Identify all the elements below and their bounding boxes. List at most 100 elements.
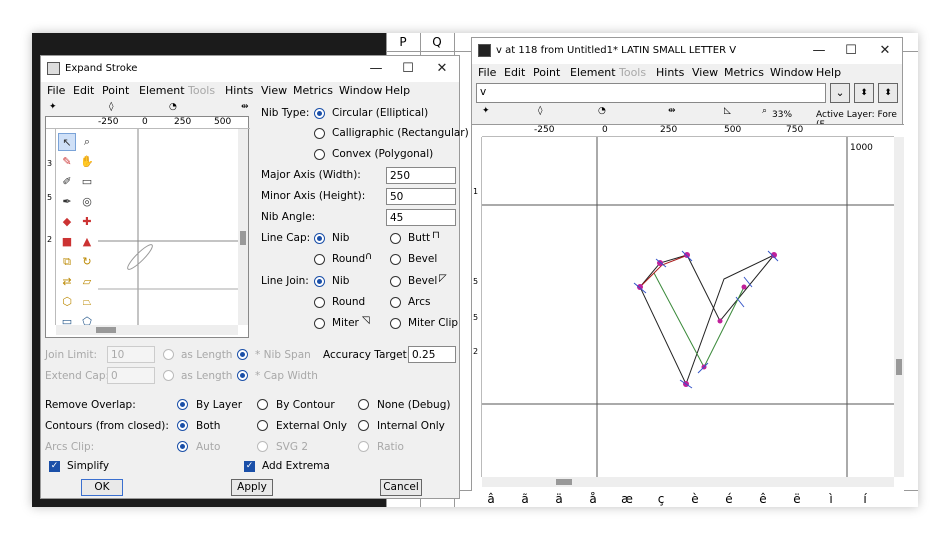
hand-tool-icon[interactable]: ✋ [78,153,96,171]
cap-butt-label[interactable]: Butt [408,232,430,244]
join-arcs-radio[interactable] [390,297,401,308]
join-miterclip-radio[interactable] [390,318,401,329]
menu-view[interactable]: View [261,84,287,97]
menu-hints[interactable]: Hints [656,66,684,79]
prev-glyph-button[interactable]: ⬍ [854,83,874,103]
arcs-ratio-label[interactable]: Ratio [377,441,404,453]
minimize-icon[interactable]: — [804,41,834,61]
scale-tool-icon[interactable]: ⧉ [58,253,76,271]
menu-tools[interactable]: Tools [619,66,646,79]
overlap-contour-radio[interactable] [257,399,268,410]
menu-file[interactable]: File [47,84,65,97]
glyph-cell[interactable]: â [474,492,508,506]
glyph-cell[interactable]: é [712,492,746,506]
cap-bevel-radio[interactable] [390,254,401,265]
join-limit-span-label[interactable]: * Nib Span [255,349,311,361]
glyph-canvas[interactable]: -250 0 250 500 750 1 5 5 2 1000 [472,124,904,492]
nib-calligraphic-radio[interactable] [314,128,325,139]
maximize-icon[interactable]: ☐ [836,41,866,61]
nib-calligraphic-label[interactable]: Calligraphic (Rectangular) [332,127,469,139]
menu-edit[interactable]: Edit [73,84,94,97]
3d-rotate-tool-icon[interactable]: ⬡ [58,293,76,311]
menu-help[interactable]: Help [816,66,841,79]
cap-nib-label[interactable]: Nib [332,232,349,244]
cap-round-radio[interactable] [314,254,325,265]
extend-cap-input[interactable]: 0 [107,367,155,384]
minimize-icon[interactable]: — [361,59,391,79]
glyph-cell[interactable]: Q [420,35,454,49]
nib-convex-radio[interactable] [314,149,325,160]
flip-tool-icon[interactable]: ⇄ [58,273,76,291]
menu-help[interactable]: Help [385,84,410,97]
join-nib-radio[interactable] [314,276,325,287]
glyph-cell[interactable]: P [386,35,420,49]
preview-canvas[interactable]: -250 0 250 500 3 5 2 ↖ ⌕ ✎ ✋ ✐ ▭ ✒ ◎ ◆ ✚… [45,116,250,338]
skew-tool-icon[interactable]: ▱ [78,273,96,291]
editor-hscroll[interactable] [482,477,894,487]
join-nib-label[interactable]: Nib [332,275,349,287]
arcs-auto-radio[interactable] [177,441,188,452]
perspective-tool-icon[interactable]: ⏢ [78,293,96,311]
simplify-label[interactable]: Simplify [67,460,109,472]
glyph-cell[interactable]: æ [610,492,644,506]
hvcurve-point-icon[interactable]: ✚ [78,213,96,231]
contours-external-radio[interactable] [257,420,268,431]
cap-nib-radio[interactable] [314,233,325,244]
menu-point[interactable]: Point [102,84,129,97]
join-limit-length-label[interactable]: as Length [181,349,232,361]
rotate-tool-icon[interactable]: ↻ [78,253,96,271]
cap-butt-radio[interactable] [390,233,401,244]
glyph-cell[interactable]: è [678,492,712,506]
join-miterclip-label[interactable]: Miter Clip [408,317,458,329]
extend-cap-length-radio[interactable] [163,370,174,381]
add-extrema-label[interactable]: Add Extrema [262,460,330,472]
accuracy-input[interactable]: 0.25 [408,346,456,363]
nib-circular-radio[interactable] [314,108,325,119]
overlap-contour-label[interactable]: By Contour [276,399,335,411]
close-icon[interactable]: ✕ [427,59,457,79]
overlap-none-radio[interactable] [358,399,369,410]
glyph-input[interactable]: v [476,83,826,103]
glyph-cell[interactable]: å [576,492,610,506]
menu-file[interactable]: File [478,66,496,79]
menu-hints[interactable]: Hints [225,84,253,97]
knife-tool-icon[interactable]: ✐ [58,173,76,191]
arcs-ratio-radio[interactable] [358,441,369,452]
glyph-cell[interactable]: ê [746,492,780,506]
pencil-tool-icon[interactable]: ✎ [58,153,76,171]
menu-window[interactable]: Window [339,84,382,97]
glyph-cell[interactable]: ä [542,492,576,506]
magnify-tool-icon[interactable]: ⌕ [78,133,96,151]
corner-point-icon[interactable]: ■ [58,233,76,251]
menu-edit[interactable]: Edit [504,66,525,79]
arcs-svg2-label[interactable]: SVG 2 [276,441,308,453]
menu-window[interactable]: Window [770,66,813,79]
join-bevel-radio[interactable] [390,276,401,287]
overlap-none-label[interactable]: None (Debug) [377,399,450,411]
join-miter-label[interactable]: Miter [332,317,359,329]
join-limit-length-radio[interactable] [163,349,174,360]
apply-button[interactable]: Apply [231,479,273,496]
menu-element[interactable]: Element [139,84,185,97]
major-axis-input[interactable]: 250 [386,167,456,184]
spiro-tool-icon[interactable]: ◎ [78,193,96,211]
glyph-cell[interactable]: í [848,492,882,506]
simplify-checkbox[interactable]: ✓ [49,461,60,472]
cap-bevel-label[interactable]: Bevel [408,253,437,265]
glyph-cell[interactable]: ã [508,492,542,506]
cancel-button[interactable]: Cancel [380,479,422,496]
tangent-point-icon[interactable]: ▲ [78,233,96,251]
curve-point-icon[interactable]: ◆ [58,213,76,231]
add-extrema-checkbox[interactable]: ✓ [244,461,255,472]
ok-button[interactable]: OK [81,479,123,496]
menu-metrics[interactable]: Metrics [293,84,333,97]
pen-tool-icon[interactable]: ✒ [58,193,76,211]
editor-vscroll[interactable] [894,137,904,477]
contours-internal-radio[interactable] [358,420,369,431]
next-glyph-button[interactable]: ⬍ [878,83,898,103]
join-round-label[interactable]: Round [332,296,365,308]
join-limit-span-radio[interactable] [237,349,248,360]
arcs-svg2-radio[interactable] [257,441,268,452]
join-round-radio[interactable] [314,297,325,308]
arcs-auto-label[interactable]: Auto [196,441,220,453]
